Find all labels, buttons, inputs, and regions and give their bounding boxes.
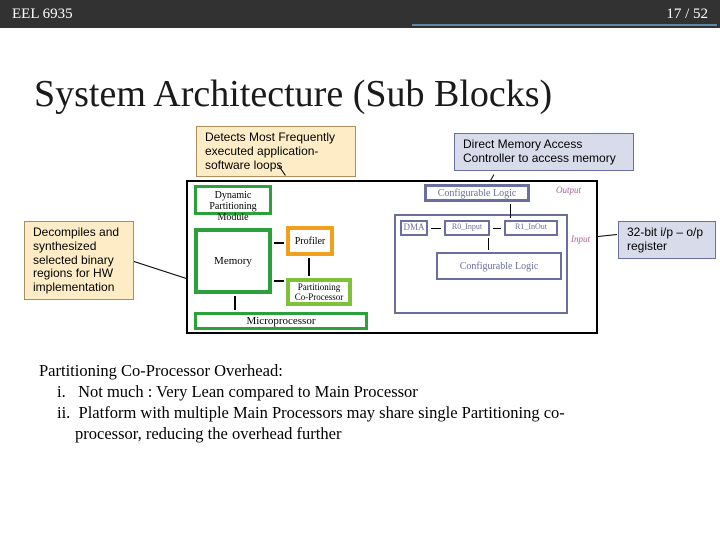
r1-inout-box: R1_InOut	[504, 220, 558, 236]
memory-box: Memory	[194, 228, 272, 294]
configurable-logic-top-box: Configurable Logic	[424, 184, 530, 202]
roman-ii: ii.	[57, 403, 70, 422]
list-item: i. Not much : Very Lean compared to Main…	[39, 381, 694, 402]
dynamic-partitioning-module-box: Dynamic Partitioning Module	[194, 185, 272, 215]
configurable-logic-mid-box: Configurable Logic	[436, 252, 562, 280]
output-label: Output	[556, 185, 581, 195]
connector	[431, 228, 441, 229]
microprocessor-box: Microprocessor	[194, 312, 368, 330]
list-item: ii. Platform with multiple Main Processo…	[39, 402, 694, 423]
connector	[274, 280, 284, 282]
r0-input-box: R0_Input	[444, 220, 490, 236]
item-2-continuation: processor, reducing the overhead further	[39, 423, 694, 444]
dma-box: DMA	[400, 220, 428, 236]
item-2-text-a: Platform with multiple Main Processors m…	[79, 403, 565, 422]
callout-register: 32-bit i/p – o/p register	[618, 221, 716, 259]
callout-detects-loops: Detects Most Frequently executed applica…	[196, 126, 356, 177]
roman-i: i.	[57, 382, 66, 401]
connector	[274, 242, 284, 244]
connector	[510, 204, 511, 218]
input-label: Input	[571, 234, 590, 244]
body-text: Partitioning Co-Processor Overhead: i. N…	[39, 360, 694, 444]
slide-title: System Architecture (Sub Blocks)	[34, 72, 720, 116]
header-accent-line	[412, 24, 717, 26]
callout-dma: Direct Memory Access Controller to acces…	[454, 133, 634, 171]
connector	[308, 258, 310, 276]
page-number: 17 / 52	[666, 6, 708, 23]
connector	[488, 238, 489, 250]
callout-decompiles: Decompiles and synthesized selected bina…	[24, 221, 134, 300]
course-code: EEL 6935	[12, 6, 73, 23]
connector	[234, 296, 236, 310]
overhead-heading: Partitioning Co-Processor Overhead:	[39, 360, 694, 381]
item-1-text: Not much : Very Lean compared to Main Pr…	[78, 382, 418, 401]
connector	[493, 228, 501, 229]
diagram-area: Detects Most Frequently executed applica…	[0, 126, 720, 346]
profiler-box: Profiler	[286, 226, 334, 256]
architecture-diagram: Dynamic Partitioning Module Memory Profi…	[186, 180, 598, 334]
partitioning-coprocessor-box: Partitioning Co-Processor	[286, 278, 352, 306]
